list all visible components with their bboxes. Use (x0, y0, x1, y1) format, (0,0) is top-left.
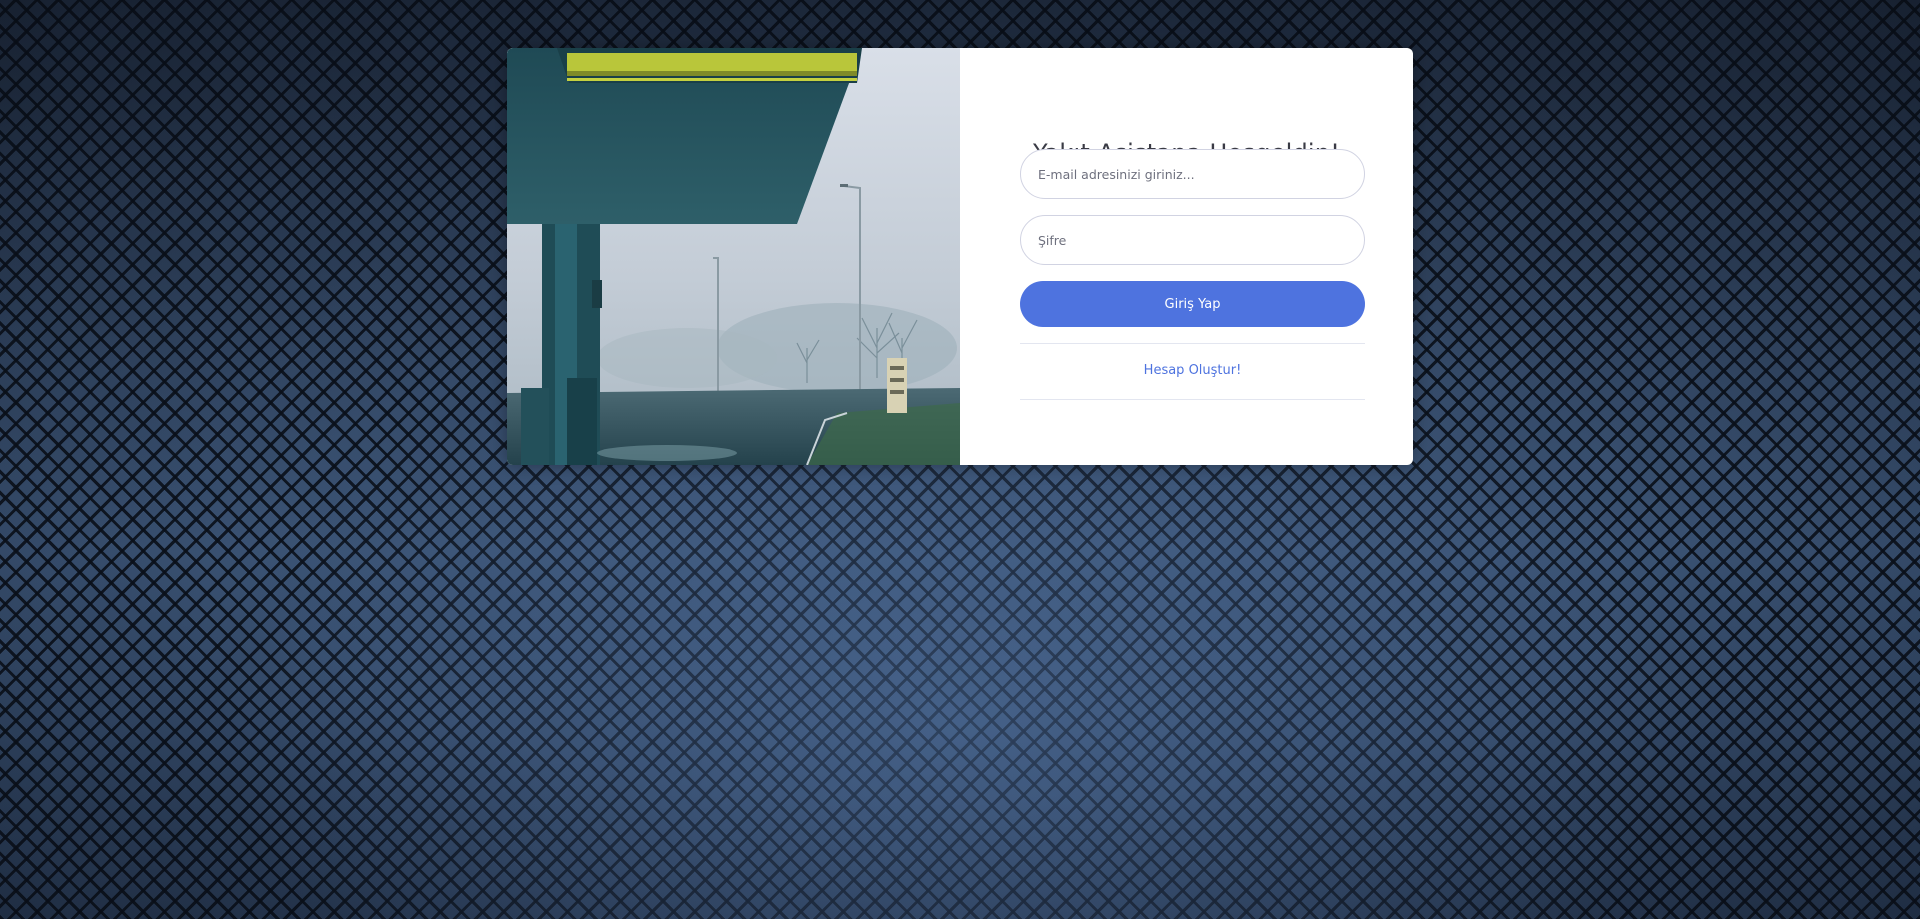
email-input[interactable] (1020, 149, 1365, 199)
gas-station-photo (507, 48, 960, 465)
login-form-panel: Yakıt Asistana Hoşgeldin! Giriş Yap Hesa… (960, 48, 1413, 465)
divider (1020, 343, 1365, 344)
divider (1020, 399, 1365, 400)
password-input[interactable] (1020, 215, 1365, 265)
create-account-link[interactable]: Hesap Oluştur! (1020, 363, 1365, 378)
login-card: Yakıt Asistana Hoşgeldin! Giriş Yap Hesa… (507, 48, 1413, 465)
login-button[interactable]: Giriş Yap (1020, 281, 1365, 327)
